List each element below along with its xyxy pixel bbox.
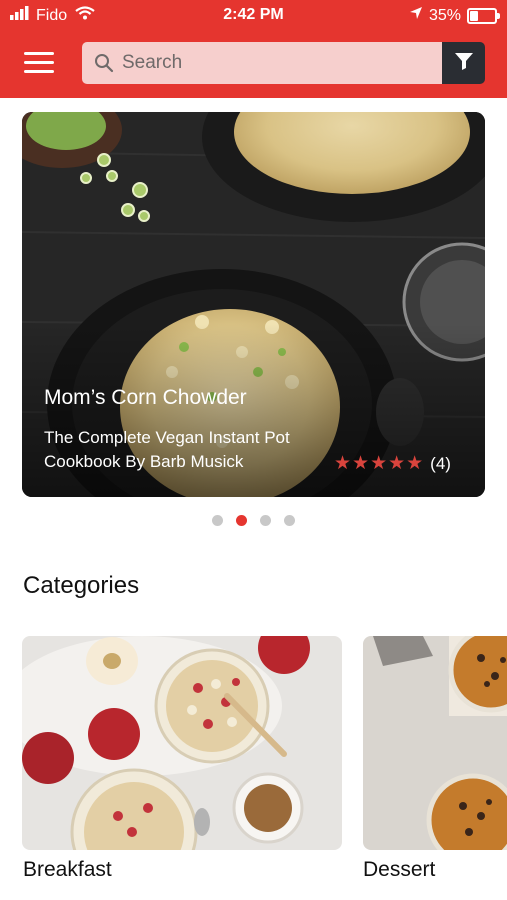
featured-recipe-source: The Complete Vegan Instant Pot Cookbook …: [44, 428, 290, 471]
categories-heading: Categories: [23, 572, 140, 599]
pager-dot[interactable]: [212, 515, 223, 526]
review-count: (4): [430, 453, 451, 473]
status-bar: Fido 2:42 PM 35%: [0, 0, 507, 32]
category-label[interactable]: Breakfast: [23, 858, 112, 882]
app-header: Fido 2:42 PM 35%: [0, 0, 507, 98]
location-arrow-icon: [409, 6, 423, 25]
featured-recipe-card[interactable]: Mom’s Corn Chowder The Complete Vegan In…: [22, 112, 485, 497]
pager-dot[interactable]: [284, 515, 295, 526]
hamburger-menu-icon[interactable]: [24, 52, 54, 74]
search-input[interactable]: [122, 42, 422, 84]
star-rating-icon: ★★★★★: [334, 453, 425, 474]
filter-funnel-icon: [454, 51, 474, 76]
filter-button[interactable]: [442, 42, 485, 84]
carousel-pager: [0, 515, 507, 526]
pager-dot[interactable]: [260, 515, 271, 526]
search-bar[interactable]: [82, 42, 442, 84]
featured-recipe-rating: ★★★★★ (4): [334, 452, 451, 475]
breakfast-image: [22, 636, 342, 850]
search-icon: [94, 53, 114, 78]
category-card-breakfast[interactable]: [22, 636, 342, 850]
category-card-dessert[interactable]: [363, 636, 507, 850]
battery-icon: [467, 7, 500, 24]
pager-dot-active[interactable]: [236, 515, 247, 526]
category-label[interactable]: Dessert: [363, 858, 435, 882]
battery-percent: 35%: [428, 6, 461, 24]
dessert-image: [363, 636, 507, 850]
featured-recipe-title: Mom’s Corn Chowder: [44, 386, 247, 409]
